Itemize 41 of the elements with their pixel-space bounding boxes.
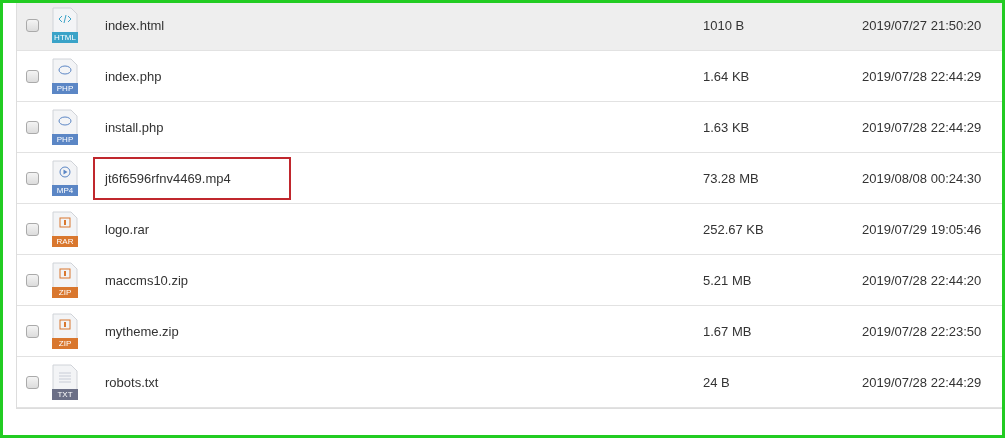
file-icon: ZIP [52,313,78,349]
file-icon: PHP [52,109,78,145]
file-size: 1010 B [703,17,746,33]
file-name[interactable]: index.php [105,68,162,84]
file-name[interactable]: index.html [105,17,165,33]
file-size: 1.63 KB [703,119,751,135]
file-name[interactable]: jt6f6596rfnv4469.mp4 [93,156,291,200]
file-icon: ZIP [52,262,78,298]
file-name[interactable]: maccms10.zip [105,272,189,288]
file-size: 24 B [703,374,731,390]
file-name[interactable]: robots.txt [105,374,159,390]
file-size: 252.67 KB [703,221,765,237]
file-name[interactable]: logo.rar [105,221,150,237]
modified-date: 2019/07/28 22:23:50 [862,323,983,339]
file-icon: TXT [52,364,78,400]
file-icon: RAR [52,211,78,247]
file-icon: HTML [52,7,78,43]
checkbox[interactable] [26,120,39,134]
checkbox[interactable] [26,222,39,236]
checkbox[interactable] [26,375,39,389]
file-row[interactable]: HTML index.html 1010 B 2019/07/27 21:50:20 [17,3,1002,51]
file-name[interactable]: install.php [105,119,164,135]
modified-date: 2019/07/29 19:05:46 [862,221,983,237]
checkbox[interactable] [26,324,39,338]
file-size: 5.21 MB [703,272,753,288]
modified-date: 2019/07/28 22:44:20 [862,272,983,288]
file-icon: PHP [52,58,78,94]
checkbox[interactable] [26,273,39,287]
checkbox[interactable] [26,18,39,32]
file-size: 73.28 MB [703,170,760,186]
file-name[interactable]: mytheme.zip [105,323,179,339]
modified-date: 2019/07/28 22:44:29 [862,374,983,390]
modified-date: 2019/07/27 21:50:20 [862,17,983,33]
file-size: 1.64 KB [703,68,751,84]
modified-date: 2019/07/28 22:44:29 [862,119,983,135]
checkbox[interactable] [26,69,39,83]
checkbox[interactable] [26,171,39,185]
file-icon: MP4 [52,160,78,196]
modified-date: 2019/07/28 22:44:29 [862,68,983,84]
modified-date: 2019/08/08 00:24:30 [862,170,983,186]
file-size: 1.67 MB [703,323,753,339]
